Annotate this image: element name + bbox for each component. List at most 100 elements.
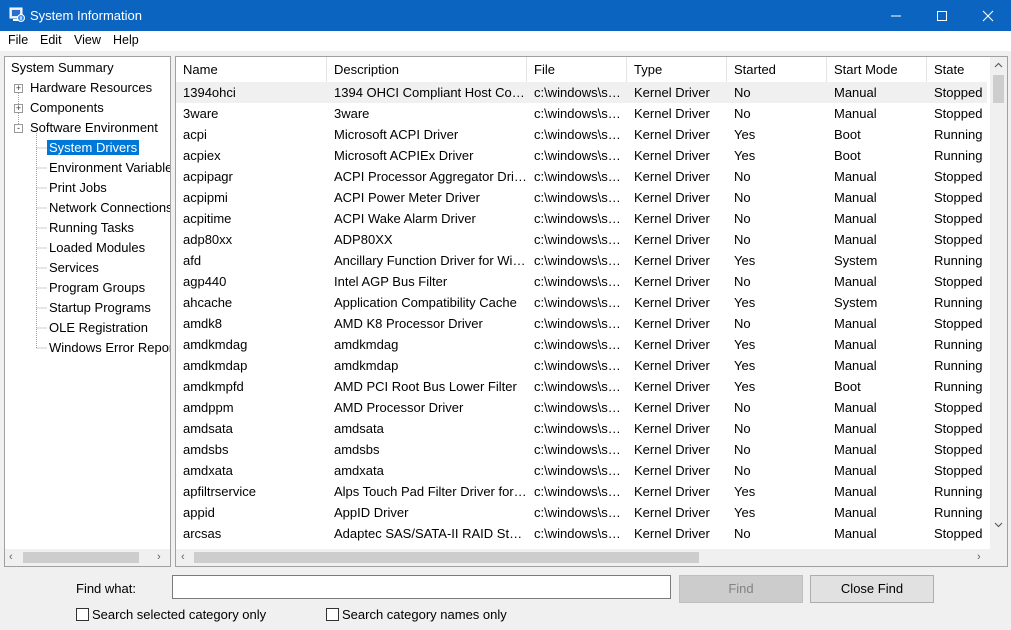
cell-file: c:\windows\system32\drivers\amdk8.sys <box>534 316 627 331</box>
table-vertical-scrollbar[interactable] <box>990 57 1007 550</box>
tree-item-program-groups[interactable]: Program Groups <box>49 279 145 297</box>
cell-state: Running <box>934 484 983 499</box>
table-row[interactable]: agp440 Intel AGP Bus Filter c:\windows\sys… <box>176 271 987 292</box>
table-row[interactable]: arcsas Adaptec SAS/SATA-II RAID Storport'… <box>176 523 987 544</box>
tree-item-print-jobs[interactable]: Print Jobs <box>49 179 107 197</box>
window-title: System Information <box>30 8 142 23</box>
table-row[interactable]: acpitime ACPI Wake Alarm Driver c:\windows… <box>176 208 987 229</box>
close-icon <box>982 10 994 22</box>
menu-edit[interactable]: Edit <box>40 33 62 47</box>
cell-state: Running <box>934 295 983 310</box>
table-row[interactable]: acpipagr ACPI Processor Aggregator Driver… <box>176 166 987 187</box>
scroll-down-icon[interactable] <box>990 516 1007 533</box>
cell-description: 1394 OHCI Compliant Host Controller <box>334 85 527 100</box>
column-header-description[interactable]: Description <box>327 57 527 82</box>
cell-started: No <box>734 169 751 184</box>
table-row[interactable]: amdsata amdsata c:\windows\system32\driver… <box>176 418 987 439</box>
menu-help[interactable]: Help <box>113 33 139 47</box>
close-find-button[interactable]: Close Find <box>810 575 934 603</box>
column-header-started[interactable]: Started <box>727 57 827 82</box>
table-row[interactable]: apfiltrservice Alps Touch Pad Filter Driv… <box>176 481 987 502</box>
search-category-names-label[interactable]: Search category names only <box>342 607 507 622</box>
tree-item-hardware-resources[interactable]: Hardware Resources <box>30 79 152 97</box>
tree-item-running-tasks[interactable]: Running Tasks <box>49 219 134 237</box>
table-hscroll-thumb[interactable] <box>194 552 699 563</box>
table-row[interactable]: amdkmdap amdkmdap c:\windows\system32\driv… <box>176 355 987 376</box>
cell-description: Adaptec SAS/SATA-II RAID Storport's Mini… <box>334 526 527 541</box>
cell-state: Running <box>934 358 983 373</box>
column-header-name[interactable]: Name <box>176 57 327 82</box>
table-row[interactable]: amdxata amdxata c:\windows\system32\driver… <box>176 460 987 481</box>
table-row[interactable]: 1394ohci 1394 OHCI Compliant Host Control… <box>176 82 987 103</box>
table-row[interactable]: amdkmpfd AMD PCI Root Bus Lower Filter c:\… <box>176 376 987 397</box>
column-header-state[interactable]: State <box>927 57 987 82</box>
menu-view[interactable]: View <box>74 33 101 47</box>
table-row[interactable]: acpi Microsoft ACPI Driver c:\windows\syst… <box>176 124 987 145</box>
cell-file: c:\windows\system32\drivers\adp80xx.sys <box>534 232 627 247</box>
cell-name: amdppm <box>183 400 234 415</box>
tree-item-components[interactable]: Components <box>30 99 104 117</box>
cell-name: arcsas <box>183 526 222 541</box>
cell-name: amdkmpfd <box>183 379 244 394</box>
column-header-type[interactable]: Type <box>627 57 727 82</box>
tree-horizontal-scrollbar[interactable]: ‹ › <box>5 549 170 566</box>
cell-name: amdsbs <box>183 442 229 457</box>
search-category-names-checkbox[interactable] <box>326 608 339 621</box>
system-information-icon <box>9 7 25 22</box>
table-body: 1394ohci 1394 OHCI Compliant Host Control… <box>176 82 987 550</box>
tree-item-network-connections[interactable]: Network Connections <box>49 199 170 217</box>
find-what-input[interactable] <box>172 575 671 599</box>
tree-item-startup-programs[interactable]: Startup Programs <box>49 299 151 317</box>
tree-scroll-thumb[interactable] <box>23 552 139 563</box>
cell-description: Ancillary Function Driver for Winsock <box>334 253 527 268</box>
tree-item-environment-variables[interactable]: Environment Variables <box>49 159 170 177</box>
scroll-right-icon[interactable]: › <box>157 551 161 563</box>
expand-components-icon[interactable]: + <box>14 104 23 113</box>
table-horizontal-scrollbar[interactable]: ‹ › <box>176 549 990 566</box>
tree-item-services[interactable]: Services <box>49 259 99 277</box>
menu-file[interactable]: File <box>8 33 28 47</box>
table-vscroll-thumb[interactable] <box>993 75 1004 103</box>
table-scroll-right-icon[interactable]: › <box>977 551 981 563</box>
cell-description: ACPI Wake Alarm Driver <box>334 211 476 226</box>
collapse-software-icon[interactable]: - <box>14 124 23 133</box>
minimize-button[interactable] <box>873 0 919 31</box>
table-scroll-left-icon[interactable]: ‹ <box>181 551 185 563</box>
column-header-file[interactable]: File <box>527 57 627 82</box>
tree-item-system-drivers[interactable]: System Drivers <box>47 139 140 157</box>
column-header-start-mode[interactable]: Start Mode <box>827 57 927 82</box>
table-row[interactable]: amdkmdag amdkmdag c:\windows\system32\driv… <box>176 334 987 355</box>
tree-item-ole-registration[interactable]: OLE Registration <box>49 319 148 337</box>
find-button[interactable]: Find <box>679 575 803 603</box>
scroll-up-icon[interactable] <box>990 57 1007 74</box>
table-row[interactable]: adp80xx ADP80XX c:\windows\system32\driver… <box>176 229 987 250</box>
maximize-button[interactable] <box>919 0 965 31</box>
cell-file: c:\windows\system32\drivers\acpipagr.sys <box>534 169 627 184</box>
tree-item-loaded-modules[interactable]: Loaded Modules <box>49 239 145 257</box>
cell-state: Running <box>934 505 983 520</box>
search-selected-category-label[interactable]: Search selected category only <box>92 607 266 622</box>
scroll-left-icon[interactable]: ‹ <box>9 551 13 563</box>
category-tree[interactable]: System Summary + Hardware Resources + Co… <box>4 56 171 567</box>
table-row[interactable]: acpiex Microsoft ACPIEx Driver c:\windows\… <box>176 145 987 166</box>
table-row[interactable]: afd Ancillary Function Driver for Winsock… <box>176 250 987 271</box>
table-row[interactable]: 3ware 3ware c:\windows\system32\drivers\3w… <box>176 103 987 124</box>
cell-type: Kernel Driver <box>634 295 710 310</box>
cell-start-mode: Manual <box>834 421 877 436</box>
menu-bar: File Edit View Help <box>0 31 1011 51</box>
table-row[interactable]: amdk8 AMD K8 Processor Driver c:\windows\s… <box>176 313 987 334</box>
cell-start-mode: Manual <box>834 85 877 100</box>
table-row[interactable]: appid AppID Driver c:\windows\system32\dri… <box>176 502 987 523</box>
search-selected-category-checkbox[interactable] <box>76 608 89 621</box>
tree-item-software-environment[interactable]: Software Environment <box>30 119 158 137</box>
cell-name: ahcache <box>183 295 233 310</box>
expand-hardware-icon[interactable]: + <box>14 84 23 93</box>
cell-file: c:\windows\system32\drivers\1394ohci.sys <box>534 85 627 100</box>
tree-item-windows-error-reporting[interactable]: Windows Error Reporting <box>49 339 170 357</box>
tree-item-system-summary[interactable]: System Summary <box>11 59 114 77</box>
table-row[interactable]: amdppm AMD Processor Driver c:\windows\sys… <box>176 397 987 418</box>
table-row[interactable]: ahcache Application Compatibility Cache c:… <box>176 292 987 313</box>
table-row[interactable]: amdsbs amdsbs c:\windows\system32\drivers\… <box>176 439 987 460</box>
table-row[interactable]: acpipmi ACPI Power Meter Driver c:\windows… <box>176 187 987 208</box>
close-window-button[interactable] <box>965 0 1011 31</box>
